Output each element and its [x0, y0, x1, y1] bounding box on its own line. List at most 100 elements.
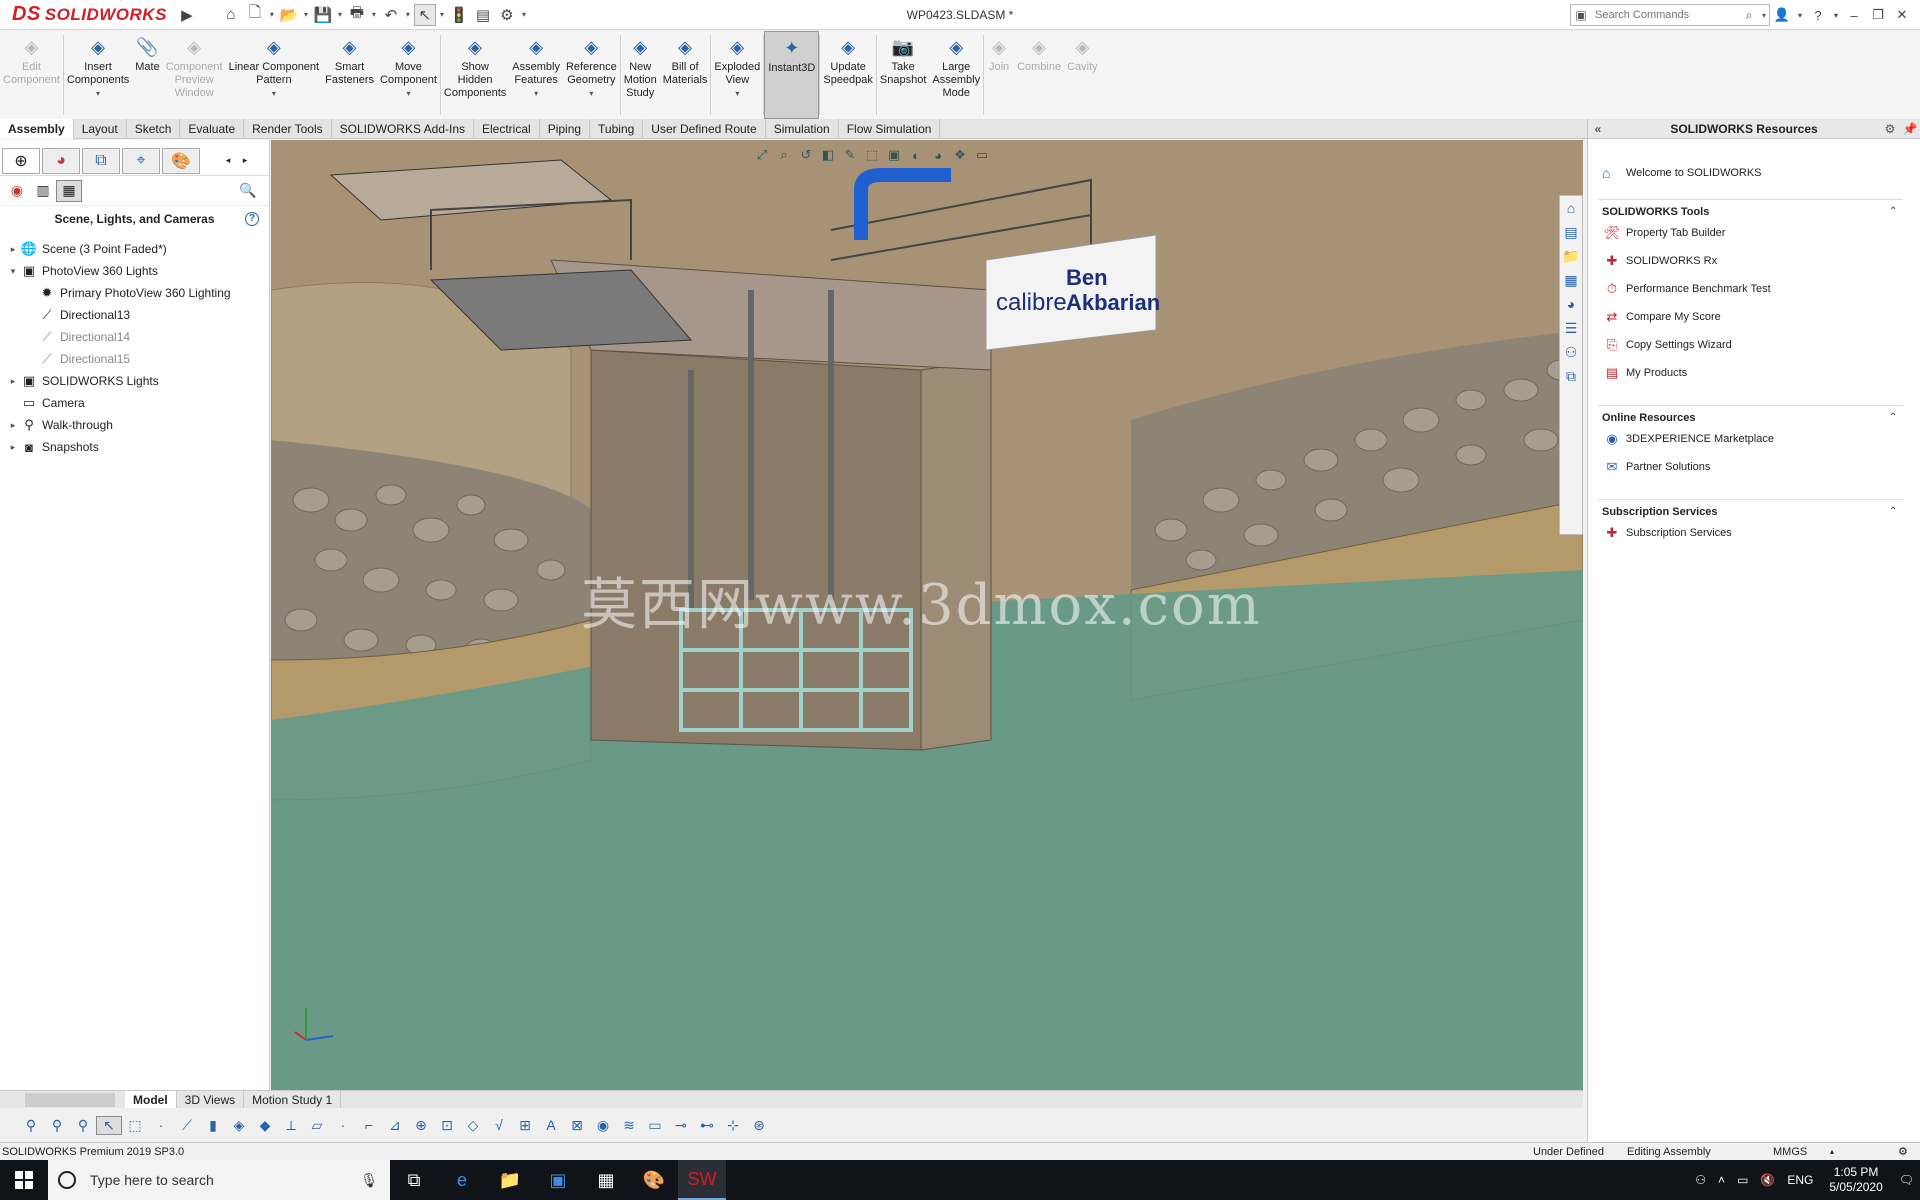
cavity-button[interactable]: ◈ Cavity — [1064, 31, 1101, 119]
unit-system[interactable]: MMGS — [1773, 1146, 1807, 1158]
filter-datum-targets-icon[interactable]: ◉ — [590, 1117, 616, 1134]
collapse-panel-icon[interactable]: « — [1588, 122, 1608, 136]
filter-toggle-icon[interactable]: ⚲ — [18, 1117, 44, 1134]
decals-icon[interactable]: ▥ — [30, 180, 56, 202]
mate-button[interactable]: 📎 Mate — [132, 31, 162, 119]
tab-electrical[interactable]: Electrical — [474, 119, 540, 139]
smart-fasteners-button[interactable]: ◈ Smart Fasteners — [322, 31, 377, 119]
store-app-icon[interactable]: ▣ — [534, 1160, 582, 1200]
collapse-arrow-icon[interactable]: ▾ — [6, 266, 20, 277]
hide-show-icon[interactable]: ◐ — [905, 148, 927, 163]
resource-link[interactable]: ✚ Subscription Services — [1598, 519, 1903, 547]
select-icon[interactable]: ↖ — [413, 3, 436, 26]
microphone-icon[interactable]: 🎙 — [360, 1172, 378, 1189]
recording-icon[interactable]: ⧉ — [1566, 368, 1576, 392]
chevron-down-icon[interactable]: ▾ — [519, 10, 529, 19]
solidworks-forum-icon[interactable]: ⚇ — [1565, 344, 1578, 368]
solidworks-logo[interactable]: DS SOLIDWORKS — [0, 0, 175, 30]
filter-surface-bodies-icon[interactable]: ◈ — [226, 1117, 252, 1134]
print-icon[interactable]: 🖶 — [346, 4, 368, 26]
bottom-tab-model[interactable]: Model — [125, 1090, 177, 1109]
resource-link[interactable]: ⏱ Performance Benchmark Test — [1598, 275, 1903, 303]
filter-sketch-points-icon[interactable]: ∙ — [330, 1117, 356, 1133]
custom-properties-icon[interactable]: ☰ — [1565, 320, 1578, 344]
search-icon[interactable]: ⌕ — [1739, 8, 1759, 23]
filter-icon[interactable]: 🔍 — [235, 180, 261, 202]
rebuild-icon[interactable]: 🚦 — [448, 4, 470, 26]
undo-icon[interactable]: ↶ — [380, 4, 402, 26]
expand-arrow-icon[interactable]: ▸ — [6, 420, 20, 431]
resources-home-icon[interactable]: ⌂ — [1567, 200, 1575, 224]
filter-faces-icon[interactable]: ▮ — [200, 1117, 226, 1134]
resource-link[interactable]: 🛠 Property Tab Builder — [1598, 219, 1903, 247]
view-orientation-icon[interactable]: ⬚ — [861, 147, 883, 163]
filter-mesh-icon[interactable]: ⊛ — [746, 1117, 772, 1134]
filter-center-marks-icon[interactable]: ⊕ — [408, 1117, 434, 1134]
component-preview-button[interactable]: ◈ Component Preview Window — [163, 31, 226, 119]
resource-link[interactable]: ◉ 3DEXPERIENCE Marketplace — [1598, 425, 1903, 453]
action-center-icon[interactable]: 🗨 — [1893, 1173, 1920, 1187]
language-indicator[interactable]: ENG — [1781, 1173, 1819, 1187]
expand-arrow-icon[interactable]: ▸ — [6, 442, 20, 453]
display-manager-icon[interactable]: 🎨 — [162, 147, 200, 174]
customize-icon[interactable]: ⚙ — [1898, 1145, 1908, 1158]
new-document-icon[interactable]: 🗋 — [244, 4, 266, 26]
options-gear-icon[interactable]: ⚙ — [496, 4, 518, 26]
filter-dimensions-icon[interactable]: ◇ — [460, 1117, 486, 1134]
tab-solidworks-add-ins[interactable]: SOLIDWORKS Add-Ins — [332, 119, 474, 139]
help-icon[interactable]: ? — [245, 212, 259, 226]
tree-item[interactable]: ⟋ Directional15 — [0, 348, 269, 370]
filter-edges-icon[interactable]: ⟋ — [174, 1117, 200, 1134]
pin-icon[interactable]: 📌 — [1900, 122, 1920, 136]
task-view-icon[interactable]: ⧉ — [390, 1160, 438, 1200]
tree-item[interactable]: ▸ 🌐 Scene (3 Point Faded*) — [0, 238, 269, 260]
tab-sketch[interactable]: Sketch — [127, 119, 181, 139]
filter-routing-points-icon[interactable]: ⊹ — [720, 1117, 746, 1134]
start-button[interactable] — [0, 1160, 48, 1200]
speedpak-button[interactable]: ◈ Update Speedpak — [820, 31, 876, 119]
appearances-icon[interactable]: ◉ — [4, 180, 30, 202]
tab-user-defined-route[interactable]: User Defined Route — [643, 119, 766, 139]
show-hidden-icons-icon[interactable]: ˄ — [1712, 1173, 1731, 1187]
tree-item[interactable]: ▭ Camera — [0, 392, 269, 414]
clock[interactable]: 1:05 PM 5/05/2020 — [1819, 1165, 1892, 1195]
dim-xpert-icon[interactable]: ⌖ — [122, 147, 160, 174]
assembly-features-button[interactable]: ◈ Assembly Features ▾ — [509, 31, 563, 119]
people-icon[interactable]: ⚇ — [1689, 1173, 1712, 1187]
scene-lights-cameras-icon[interactable]: ▦ — [56, 179, 82, 202]
chevron-down-icon[interactable]: ▾ — [369, 10, 379, 19]
section-header[interactable]: Online Resources ⌃ — [1598, 405, 1903, 425]
motion-study-button[interactable]: ◈ New Motion Study — [621, 31, 660, 119]
join-button[interactable]: ◈ Join — [984, 31, 1014, 119]
bottom-tab-3d-views[interactable]: 3D Views — [177, 1090, 245, 1109]
collapse-chevron-icon[interactable]: ⌃ — [1889, 412, 1903, 423]
paint-app-icon[interactable]: 🎨 — [630, 1160, 678, 1200]
edge-browser-icon[interactable]: e — [438, 1160, 486, 1200]
resource-link[interactable]: ✉ Partner Solutions — [1598, 453, 1903, 481]
dynamic-annotation-icon[interactable]: ✎ — [839, 147, 861, 163]
tree-item[interactable]: ▸ ▣ SOLIDWORKS Lights — [0, 370, 269, 392]
filter-axes-icon[interactable]: ⟂ — [278, 1117, 304, 1134]
section-header[interactable]: SOLIDWORKS Tools ⌃ — [1598, 199, 1903, 219]
view-palette-icon[interactable]: ▦ — [1564, 272, 1577, 296]
config-manager-icon[interactable]: ⧉ — [82, 147, 120, 174]
filter-surface-finish-icon[interactable]: √ — [486, 1117, 512, 1133]
restore-icon[interactable]: ❐ — [1866, 7, 1890, 23]
help-icon[interactable]: ? — [1806, 8, 1830, 23]
expand-arrow-icon[interactable]: ▸ — [6, 376, 20, 387]
filter-geometric-tolerance-icon[interactable]: ⊞ — [512, 1117, 538, 1134]
minimize-icon[interactable]: – — [1842, 8, 1866, 23]
chevron-down-icon[interactable]: ▾ — [301, 10, 311, 19]
tab-render-tools[interactable]: Render Tools — [244, 119, 332, 139]
display-style-icon[interactable]: ▣ — [883, 147, 905, 163]
collapse-chevron-icon[interactable]: ⌃ — [1889, 206, 1903, 217]
chevron-down-icon[interactable]: ▾ — [437, 10, 447, 19]
menu-expand-icon[interactable]: ▶ — [176, 4, 198, 26]
filter-blocks-icon[interactable]: ▭ — [642, 1117, 668, 1134]
calculator-icon[interactable]: ▦ — [582, 1160, 630, 1200]
tab-simulation[interactable]: Simulation — [766, 119, 839, 139]
welcome-link[interactable]: ⌂ Welcome to SOLIDWORKS — [1602, 165, 1920, 181]
chevron-down-icon[interactable]: ▾ — [267, 10, 277, 19]
tree-item[interactable]: ▾ ▣ PhotoView 360 Lights — [0, 260, 269, 282]
open-folder-icon[interactable]: 📂 — [278, 4, 300, 26]
